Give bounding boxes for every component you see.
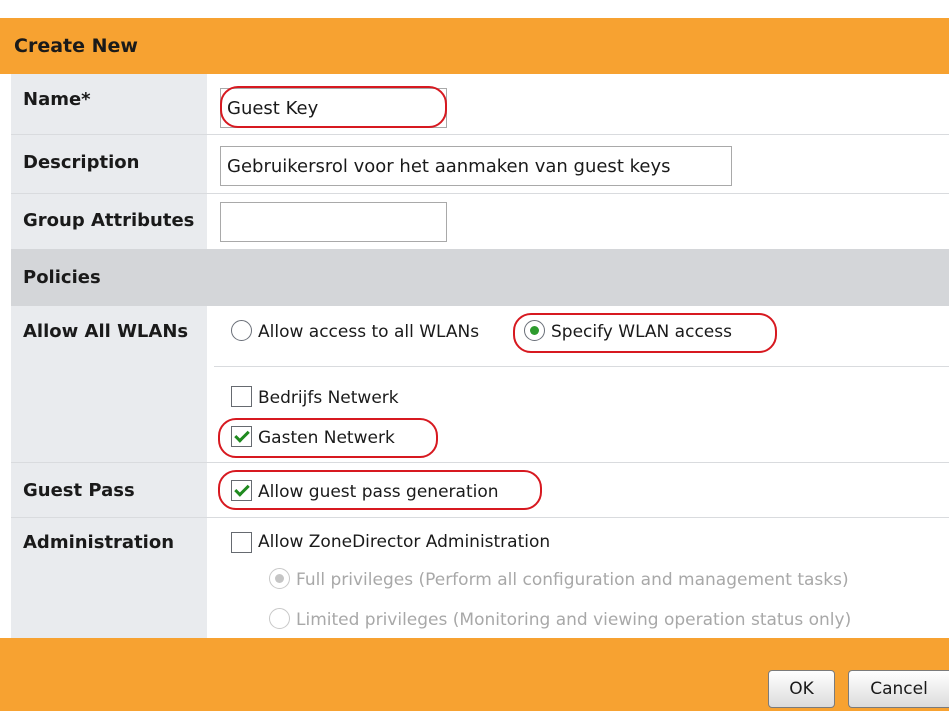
- highlight-ring: [218, 470, 542, 510]
- description-label: Description: [23, 152, 140, 173]
- allow-all-wlans-option-label: Allow access to all WLANs: [258, 322, 480, 342]
- create-new-dialog: Create New Name* Description Group Attri…: [0, 0, 949, 711]
- row-divider: [11, 517, 949, 518]
- ok-button[interactable]: OK: [768, 670, 835, 708]
- bedrijfs-netwerk-label: Bedrijfs Netwerk: [258, 388, 399, 408]
- highlight-ring: [218, 418, 438, 458]
- limited-privileges-radio[interactable]: [269, 608, 290, 629]
- row-divider: [11, 193, 949, 194]
- group-attributes-field[interactable]: [220, 202, 447, 242]
- zonedirector-admin-option-label: Allow ZoneDirector Administration: [258, 532, 551, 552]
- row-divider: [214, 366, 949, 367]
- policies-section-label: Policies: [23, 267, 101, 288]
- label-column-policies: [11, 306, 207, 638]
- highlight-ring: [513, 313, 777, 353]
- full-privileges-radio[interactable]: [269, 568, 290, 589]
- allow-all-wlans-radio[interactable]: [231, 320, 252, 341]
- zonedirector-admin-checkbox[interactable]: [231, 532, 252, 553]
- allow-all-wlans-label: Allow All WLANs: [23, 321, 189, 342]
- name-label: Name*: [23, 89, 91, 110]
- row-divider: [11, 462, 949, 463]
- highlight-ring: [220, 86, 447, 128]
- group-attributes-label: Group Attributes: [23, 210, 195, 231]
- dialog-header: Create New: [0, 18, 949, 74]
- administration-label: Administration: [23, 532, 175, 553]
- dialog-title: Create New: [14, 35, 138, 57]
- bedrijfs-netwerk-checkbox[interactable]: [231, 386, 252, 407]
- guest-pass-label: Guest Pass: [23, 480, 135, 501]
- description-field[interactable]: [220, 146, 732, 186]
- full-privileges-label: Full privileges (Perform all configurati…: [296, 570, 849, 590]
- limited-privileges-label: Limited privileges (Monitoring and viewi…: [296, 610, 852, 630]
- cancel-button[interactable]: Cancel: [848, 670, 949, 708]
- policies-section-header: Policies: [11, 249, 949, 306]
- row-divider: [11, 134, 949, 135]
